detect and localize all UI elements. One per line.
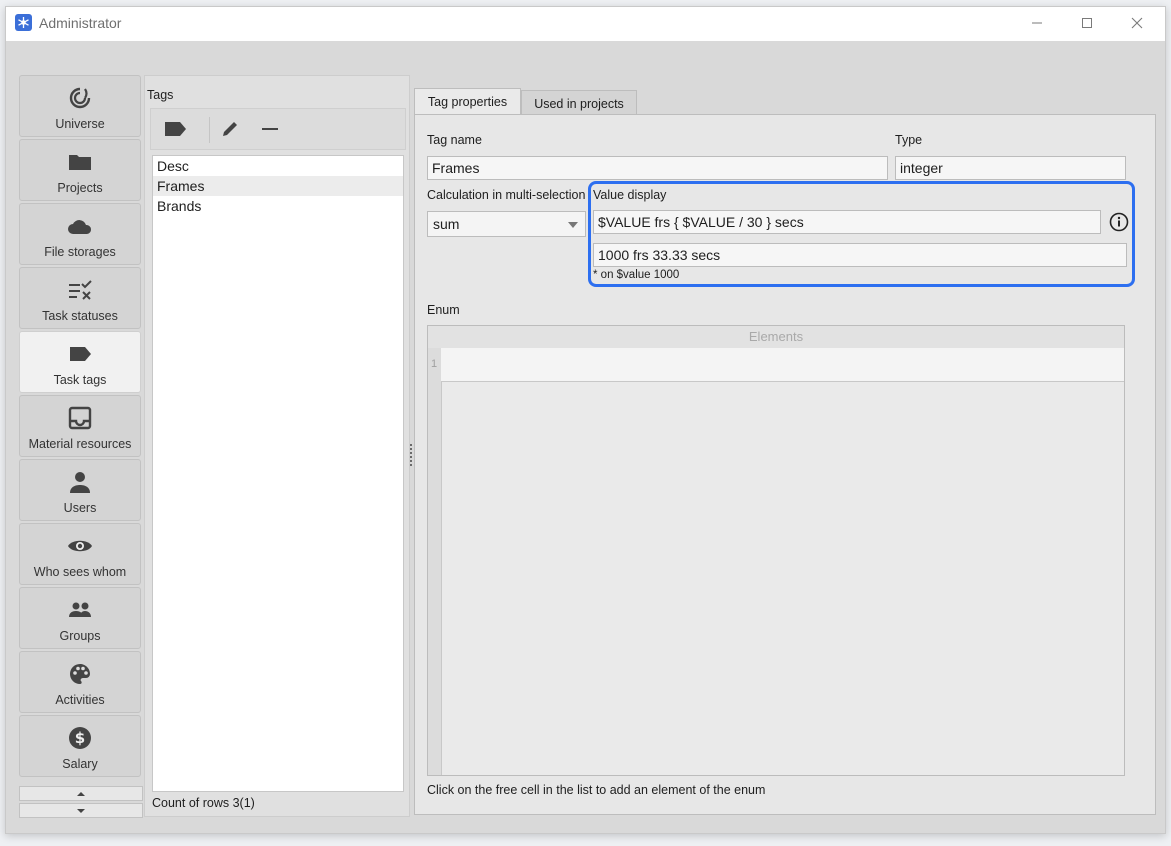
chevron-down-icon — [568, 222, 578, 228]
sidebar-item-universe[interactable]: Universe — [19, 75, 141, 137]
tag-properties-panel: Tag name Type integer Calculation in mul… — [414, 114, 1156, 815]
app-icon — [15, 14, 32, 31]
sidebar-item-groups[interactable]: Groups — [19, 587, 141, 649]
add-tag-button[interactable] — [163, 118, 189, 140]
tags-panel: Tags Desc Frames Brands Count of rows 3(… — [144, 75, 410, 817]
sidebar-item-salary[interactable]: $ Salary — [19, 715, 141, 777]
minus-icon — [262, 128, 278, 130]
sidebar-item-users[interactable]: Users — [19, 459, 141, 521]
enum-hint: Click on the free cell in the list to ad… — [427, 783, 766, 797]
sidebar-item-label: Users — [63, 501, 97, 515]
calculation-select-value: sum — [433, 216, 460, 232]
chevron-up-icon — [77, 791, 85, 796]
remove-tag-button[interactable] — [257, 118, 283, 140]
sidebar-item-label: Projects — [57, 181, 103, 195]
row-number-column: 1 — [428, 348, 442, 775]
close-icon — [1131, 17, 1143, 29]
sidebar-item-label: Groups — [59, 629, 101, 643]
list-item[interactable]: Frames — [153, 176, 403, 196]
svg-text:$: $ — [75, 729, 85, 747]
info-button[interactable] — [1108, 211, 1130, 233]
value-display-label: Value display — [593, 188, 667, 202]
pencil-icon — [223, 122, 237, 136]
sidebar-item-label: Task tags — [53, 373, 107, 387]
sidebar-item-who-sees-whom[interactable]: Who sees whom — [19, 523, 141, 585]
user-icon — [20, 470, 140, 494]
palette-icon — [20, 662, 140, 686]
sidebar-item-label: Universe — [55, 117, 105, 131]
close-button[interactable] — [1113, 7, 1161, 39]
tag-icon — [20, 342, 140, 366]
admin-window: Administrator Universe Projects File sto… — [5, 6, 1166, 834]
value-display-input[interactable] — [593, 210, 1101, 234]
calculation-select[interactable]: sum — [427, 211, 586, 237]
type-label: Type — [895, 133, 923, 147]
folder-icon — [20, 150, 140, 174]
tag-name-input[interactable] — [427, 156, 888, 180]
row-count: Count of rows 3(1) — [152, 796, 255, 810]
row-number: 1 — [431, 358, 438, 370]
sidebar-item-label: File storages — [44, 245, 116, 259]
group-icon — [20, 598, 140, 622]
sidebar-item-label: Salary — [62, 757, 98, 771]
chevron-down-icon — [77, 808, 85, 813]
sidebar-item-label: Task statuses — [42, 309, 118, 323]
list-item[interactable]: Desc — [153, 156, 403, 176]
sidebar-item-projects[interactable]: Projects — [19, 139, 141, 201]
sidebar-item-file-storages[interactable]: File storages — [19, 203, 141, 265]
maximize-icon — [1082, 18, 1092, 28]
tab-used-in-projects[interactable]: Used in projects — [521, 90, 637, 115]
tag-icon — [165, 122, 186, 136]
tab-tag-properties[interactable]: Tag properties — [414, 88, 521, 115]
dollar-icon: $ — [20, 726, 140, 750]
enum-label: Enum — [427, 303, 460, 317]
universe-icon — [20, 86, 140, 110]
list-item[interactable]: Brands — [153, 196, 403, 216]
sidebar-item-material-resources[interactable]: Material resources — [19, 395, 141, 457]
tag-name-label: Tag name — [427, 133, 482, 147]
sidebar-item-task-statuses[interactable]: Task statuses — [19, 267, 141, 329]
status-list-icon — [20, 278, 140, 302]
minimize-icon — [1032, 22, 1042, 24]
type-field: integer — [895, 156, 1126, 180]
info-icon — [1109, 212, 1129, 232]
enum-free-cell[interactable] — [441, 348, 1124, 382]
calculation-label: Calculation in multi-selection — [427, 188, 586, 202]
inbox-icon — [20, 406, 140, 430]
eye-icon — [20, 534, 140, 558]
sidebar-item-activities[interactable]: Activities — [19, 651, 141, 713]
window-title: Administrator — [39, 15, 122, 31]
sidebar-scroll-down-button[interactable] — [19, 803, 143, 818]
tags-toolbar — [150, 108, 406, 150]
maximize-button[interactable] — [1063, 7, 1111, 39]
tags-list[interactable]: Desc Frames Brands — [152, 155, 404, 792]
minimize-button[interactable] — [1013, 7, 1061, 39]
enum-elements-grid: Elements 1 — [427, 325, 1125, 776]
sidebar-scroll-up-button[interactable] — [19, 786, 143, 801]
sidebar-item-label: Activities — [55, 693, 105, 707]
sidebar-item-label: Material resources — [28, 437, 132, 451]
value-preview-note: * on $value 1000 — [593, 269, 680, 281]
tags-title: Tags — [147, 88, 174, 102]
value-preview-field: 1000 frs 33.33 secs — [593, 243, 1127, 267]
title-bar: Administrator — [6, 7, 1165, 41]
sidebar-item-label: Who sees whom — [33, 565, 127, 579]
elements-column-header: Elements — [428, 326, 1124, 349]
cloud-icon — [20, 214, 140, 238]
sidebar-item-task-tags[interactable]: Task tags — [19, 331, 141, 393]
edit-tag-button[interactable] — [217, 118, 243, 140]
toolbar-separator — [209, 117, 210, 143]
